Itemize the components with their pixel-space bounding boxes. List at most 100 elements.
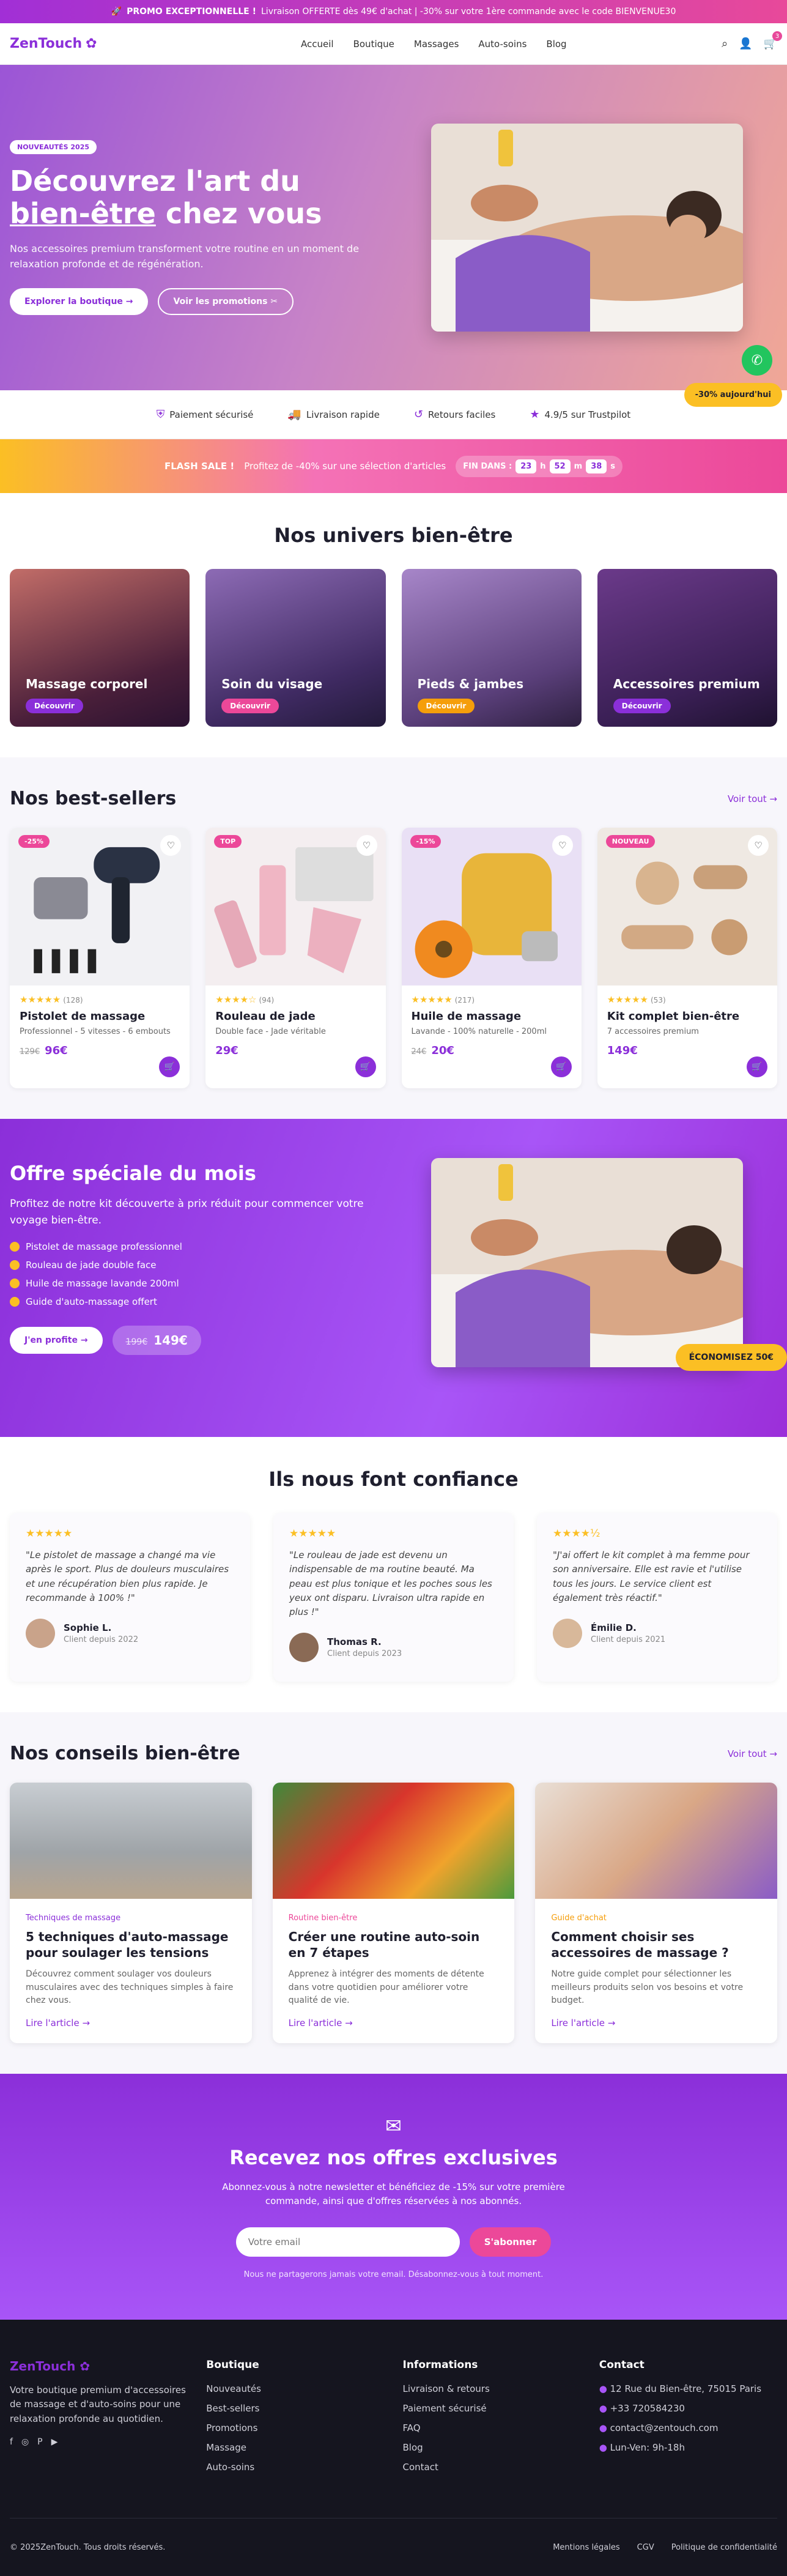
see-all-products-link[interactable]: Voir tout → (728, 793, 777, 804)
product-card[interactable]: TOP ♡ ★★★★☆ (94) Rouleau de jade Double f… (205, 828, 386, 1088)
heart-icon[interactable]: ♡ (552, 835, 573, 856)
facebook-icon[interactable]: f (10, 2437, 13, 2447)
article-title[interactable]: 5 techniques d'auto-massage pour soulage… (26, 1929, 236, 1961)
footer-link[interactable]: Livraison & retours (403, 2383, 581, 2394)
add-to-cart-button[interactable]: 🛒 (159, 1056, 180, 1077)
search-icon[interactable]: ⌕ (722, 37, 728, 50)
discover-button[interactable]: Découvrir (26, 699, 83, 713)
see-promotions-button[interactable]: Voir les promotions ✂ (157, 288, 294, 315)
product-name[interactable]: Kit complet bien-être (607, 1010, 767, 1023)
contact-email[interactable]: ● contact@zentouch.com (599, 2422, 777, 2433)
discover-button[interactable]: Découvrir (613, 699, 671, 713)
discover-button[interactable]: Découvrir (417, 699, 475, 713)
rating-stars: ★★★★★ (53) (607, 994, 767, 1005)
contact-text: +33 720584230 (610, 2403, 685, 2415)
product-name[interactable]: Pistolet de massage (20, 1010, 180, 1023)
article-card[interactable]: Routine bien-être Créer une routine auto… (272, 1783, 515, 2044)
instagram-icon[interactable]: ◎ (21, 2437, 29, 2447)
read-article-link[interactable]: Lire l'article → (289, 2017, 353, 2029)
contact-address: ● 12 Rue du Bien-être, 75015 Paris (599, 2383, 777, 2394)
article-desc: Notre guide complet pour sélectionner le… (551, 1969, 744, 2006)
whatsapp-icon: ✆ (751, 352, 763, 368)
get-offer-button[interactable]: J'en profite → (10, 1327, 103, 1354)
nav-link-blog[interactable]: Blog (546, 39, 566, 50)
read-article-link[interactable]: Lire l'article → (26, 2017, 90, 2029)
clock-icon: ● (599, 2442, 610, 2454)
article-title[interactable]: Comment choisir ses accessoires de massa… (551, 1929, 761, 1961)
product-price: 24€ 20€ (412, 1044, 572, 1057)
category-card-accessories[interactable]: Accessoires premium Découvrir (597, 569, 777, 727)
footer-logo[interactable]: ZenTouch ✿ (10, 2359, 188, 2374)
product-name[interactable]: Rouleau de jade (215, 1010, 375, 1023)
shield-icon: ⛨ (156, 408, 165, 421)
discover-button[interactable]: Découvrir (221, 699, 279, 713)
footer-link[interactable]: Massage (206, 2442, 384, 2453)
footer-link[interactable]: FAQ (403, 2422, 581, 2433)
testimonial-text: "Le pistolet de massage a changé ma vie … (26, 1550, 229, 1603)
footer-link[interactable]: Auto-soins (206, 2462, 384, 2473)
article-image (10, 1783, 252, 1899)
testimonial-card: ★★★★★ "Le rouleau de jade est devenu un … (273, 1513, 514, 1682)
add-to-cart-button[interactable]: 🛒 (355, 1056, 376, 1077)
product-name[interactable]: Huile de massage (412, 1010, 572, 1023)
nav-link-auto-soins[interactable]: Auto-soins (478, 39, 527, 50)
see-all-articles-link[interactable]: Voir tout → (728, 1748, 777, 1759)
read-article-link[interactable]: Lire l'article → (551, 2017, 615, 2029)
footer-link[interactable]: Blog (403, 2442, 581, 2453)
heart-icon[interactable]: ♡ (748, 835, 769, 856)
pinterest-icon[interactable]: P (37, 2437, 42, 2447)
privacy-link[interactable]: Politique de confidentialité (671, 2543, 777, 2552)
product-card[interactable]: -25% ♡ ★★★★★ (128) Pistolet de massage Pr… (10, 828, 190, 1088)
article-category: Techniques de massage (26, 1913, 121, 1923)
countdown-timer: FIN DANS : 23 h 52 m 38 s (456, 455, 623, 477)
add-to-cart-button[interactable]: 🛒 (550, 1056, 572, 1077)
contact-phone[interactable]: ● +33 720584230 (599, 2403, 777, 2414)
truck-icon: 🚚 (287, 408, 301, 421)
cart-icon: 🛒 (164, 1062, 175, 1072)
subscribe-button[interactable]: S'abonner (469, 2227, 552, 2257)
check-icon (10, 1279, 20, 1289)
heart-icon[interactable]: ♡ (356, 835, 377, 856)
footer-link[interactable]: Promotions (206, 2422, 384, 2433)
category-card-face[interactable]: Soin du visage Découvrir (205, 569, 386, 727)
cart-count-badge: 3 (772, 31, 782, 41)
article-card[interactable]: Guide d'achat Comment choisir ses access… (535, 1783, 777, 2044)
category-label: Pieds & jambes (417, 677, 524, 691)
category-card-feet[interactable]: Pieds & jambes Découvrir (401, 569, 582, 727)
footer-link[interactable]: Paiement sécurisé (403, 2403, 581, 2414)
lotus-icon: ✿ (86, 36, 97, 51)
author-since: Client depuis 2022 (64, 1635, 139, 1644)
heart-icon[interactable]: ♡ (160, 835, 182, 856)
legal-link[interactable]: Mentions légales (553, 2543, 619, 2552)
article-card[interactable]: Techniques de massage 5 techniques d'aut… (10, 1783, 252, 2044)
article-title[interactable]: Créer une routine auto-soin en 7 étapes (289, 1929, 499, 1961)
product-card[interactable]: -15% ♡ ★★★★★ (217) Huile de massage Lavan… (401, 828, 582, 1088)
explore-shop-button[interactable]: Explorer la boutique → (10, 288, 148, 315)
logo[interactable]: ZenTouch ✿ (10, 36, 97, 51)
cgv-link[interactable]: CGV (637, 2543, 654, 2552)
contact-text: contact@zentouch.com (610, 2422, 719, 2434)
add-to-cart-button[interactable]: 🛒 (747, 1056, 767, 1077)
footer-link[interactable]: Nouveautés (206, 2383, 384, 2394)
trust-label: 4.9/5 sur Trustpilot (544, 409, 631, 420)
current-price: 29€ (215, 1044, 238, 1057)
footer-link[interactable]: Contact (403, 2462, 581, 2473)
user-icon[interactable]: 👤 (739, 37, 752, 50)
whatsapp-button[interactable]: ✆ (742, 345, 772, 376)
nav-link-boutique[interactable]: Boutique (353, 39, 394, 50)
footer-link[interactable]: Best-sellers (206, 2403, 384, 2414)
offer-item-label: Huile de massage lavande 200ml (26, 1278, 179, 1290)
rating-stars: ★★★★★ (128) (20, 994, 180, 1005)
footer: ZenTouch ✿ Votre boutique premium d'acce… (0, 2320, 787, 2576)
rating-stars: ★★★★½ (553, 1527, 600, 1540)
nav-link-accueil[interactable]: Accueil (301, 39, 334, 50)
category-card-massage[interactable]: Massage corporel Découvrir (10, 569, 190, 727)
nav-link-massages[interactable]: Massages (414, 39, 459, 50)
location-icon: ● (599, 2383, 610, 2395)
hero-title-underlined: bien-être (10, 196, 156, 230)
product-card[interactable]: NOUVEAU ♡ ★★★★★ (53) Kit complet bien-êtr… (597, 828, 777, 1088)
youtube-icon[interactable]: ▶ (51, 2437, 58, 2447)
trust-label: Paiement sécurisé (169, 409, 254, 420)
article-category: Guide d'achat (551, 1913, 607, 1923)
email-field[interactable] (235, 2227, 460, 2257)
